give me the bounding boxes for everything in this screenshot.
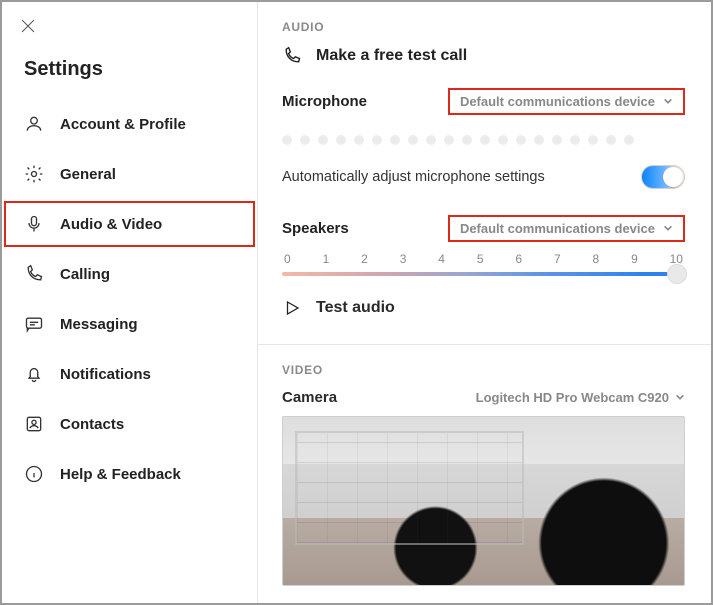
info-icon <box>24 464 44 484</box>
sidebar-item-general[interactable]: General <box>2 149 257 199</box>
sidebar-item-label: Messaging <box>60 316 138 333</box>
section-audio-label: AUDIO <box>282 20 685 34</box>
sidebar-item-label: Notifications <box>60 366 151 383</box>
sidebar-item-account-profile[interactable]: Account & Profile <box>2 99 257 149</box>
test-audio-button[interactable]: Test audio <box>282 298 685 318</box>
auto-adjust-label: Automatically adjust microphone settings <box>282 169 545 185</box>
volume-ticks: 012345678910 <box>282 252 685 266</box>
close-icon <box>20 18 36 34</box>
phone-icon <box>24 264 44 284</box>
auto-adjust-toggle[interactable] <box>641 165 685 189</box>
close-button[interactable] <box>2 12 38 48</box>
sidebar-item-contacts[interactable]: Contacts <box>2 399 257 449</box>
phone-outline-icon <box>282 46 302 66</box>
camera-device-dropdown[interactable]: Logitech HD Pro Webcam C920 <box>476 390 685 405</box>
person-icon <box>24 114 44 134</box>
speakers-device-dropdown[interactable]: Default communications device <box>448 215 685 242</box>
test-call-label: Make a free test call <box>316 47 467 65</box>
slider-thumb[interactable] <box>667 264 687 284</box>
chat-icon <box>24 314 44 334</box>
sidebar-item-messaging[interactable]: Messaging <box>2 299 257 349</box>
chevron-down-icon <box>663 221 673 236</box>
play-icon <box>282 298 302 318</box>
speakers-label: Speakers <box>282 220 349 237</box>
test-audio-label: Test audio <box>316 299 395 317</box>
sidebar-item-audio-video[interactable]: Audio & Video <box>2 199 257 249</box>
sidebar-item-label: Contacts <box>60 416 124 433</box>
sidebar-item-notifications[interactable]: Notifications <box>2 349 257 399</box>
camera-preview <box>282 416 685 586</box>
sidebar-item-help-feedback[interactable]: Help & Feedback <box>2 449 257 499</box>
section-video-label: VIDEO <box>282 363 685 377</box>
gear-icon <box>24 164 44 184</box>
microphone-device-dropdown[interactable]: Default communications device <box>448 88 685 115</box>
bell-icon <box>24 364 44 384</box>
microphone-icon <box>24 214 44 234</box>
sidebar-item-label: Help & Feedback <box>60 466 181 483</box>
camera-label: Camera <box>282 389 337 406</box>
sidebar-item-label: Account & Profile <box>60 116 186 133</box>
sidebar-item-label: General <box>60 166 116 183</box>
speakers-device-value: Default communications device <box>460 221 655 236</box>
chevron-down-icon <box>663 94 673 109</box>
chevron-down-icon <box>675 390 685 405</box>
test-call-row[interactable]: Make a free test call <box>282 46 685 66</box>
microphone-device-value: Default communications device <box>460 94 655 109</box>
microphone-level-meter <box>282 125 685 165</box>
sidebar: Settings Account & Profile General Audio… <box>2 2 258 603</box>
main-panel: AUDIO Make a free test call Microphone D… <box>258 2 711 603</box>
page-title: Settings <box>2 48 257 99</box>
sidebar-item-label: Audio & Video <box>60 216 162 233</box>
contacts-icon <box>24 414 44 434</box>
sidebar-item-calling[interactable]: Calling <box>2 249 257 299</box>
microphone-label: Microphone <box>282 93 367 110</box>
divider <box>258 344 711 345</box>
sidebar-item-label: Calling <box>60 266 110 283</box>
speaker-volume-slider[interactable] <box>282 272 685 276</box>
camera-device-value: Logitech HD Pro Webcam C920 <box>476 390 669 405</box>
toggle-knob <box>663 167 683 187</box>
